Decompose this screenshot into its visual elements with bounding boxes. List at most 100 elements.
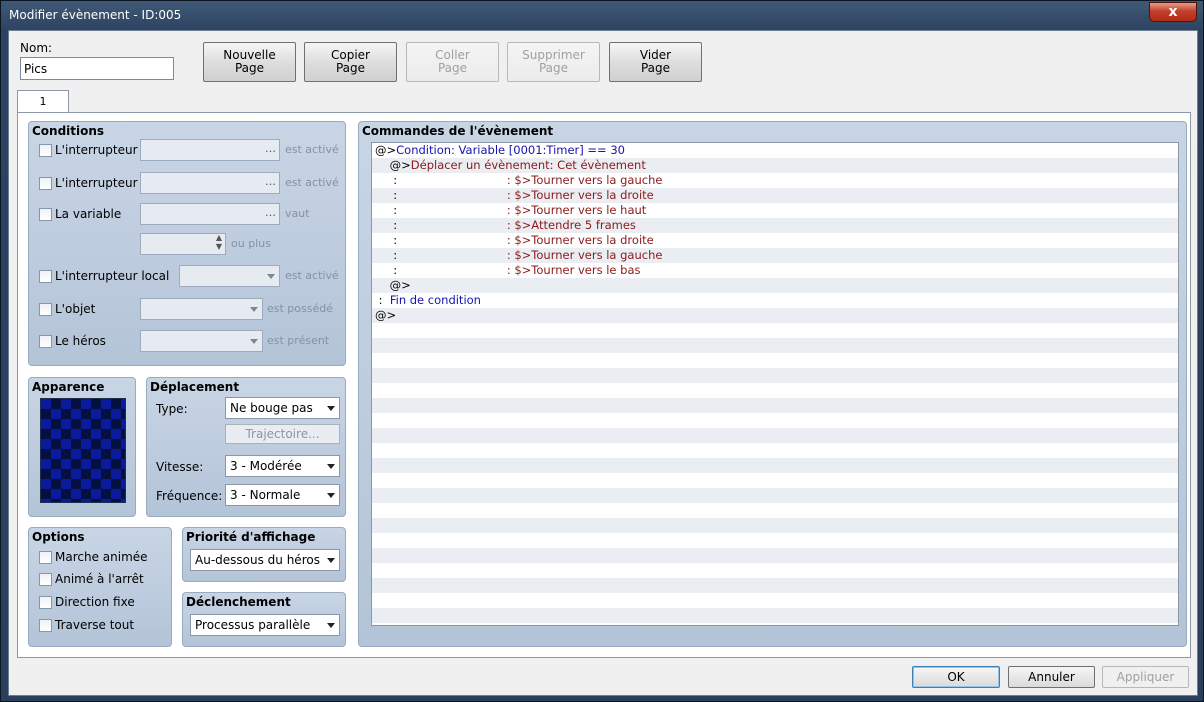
cancel-button[interactable]: Annuler [1008,666,1095,688]
command-row[interactable] [372,398,1178,413]
switch2-field[interactable]: … [140,172,280,194]
command-text: : $>Tourner vers le bas [506,263,641,277]
command-text: : $>Tourner vers la droite [506,188,654,202]
command-row[interactable]: @>Condition: Variable [0001:Timer] == 30 [372,143,1178,158]
commands-title: Commandes de l'évènement [362,124,554,138]
command-row[interactable] [372,383,1178,398]
move-type-dropdown[interactable]: Ne bouge pas [225,397,340,419]
item-label: L'objet [55,302,96,316]
command-row[interactable]: : : $>Tourner vers la droite [372,188,1178,203]
command-prefix: : [375,188,507,202]
variable-checkbox[interactable] [39,208,52,221]
dialog-body: Nom: NouvellePage CopierPage CollerPage … [8,30,1198,696]
name-input[interactable] [20,57,174,80]
actor-dropdown[interactable] [140,330,263,352]
variable-suffix2: ou plus [231,237,271,250]
switch2-checkbox[interactable] [39,177,52,190]
command-row[interactable]: : : $>Tourner vers le bas [372,263,1178,278]
command-prefix: : [375,293,390,307]
command-row[interactable]: : : $>Tourner vers la droite [372,233,1178,248]
step-anim-checkbox[interactable] [39,573,52,586]
command-row[interactable]: : : $>Tourner vers la gauche [372,248,1178,263]
variable-field[interactable]: … [140,203,280,225]
speed-label: Vitesse: [156,460,204,474]
tab-page-1[interactable]: 1 [17,90,69,113]
command-row[interactable] [372,473,1178,488]
actor-label: Le héros [55,334,106,348]
command-prefix: @> [375,278,411,292]
paste-page-button[interactable]: Coller Page [406,42,499,82]
actor-suffix: est présent [267,334,330,347]
command-row[interactable] [372,563,1178,578]
command-row[interactable] [372,368,1178,383]
command-row[interactable] [372,578,1178,593]
command-row[interactable] [372,548,1178,563]
commands-group: Commandes de l'évènement @>Condition: Va… [358,121,1187,647]
command-row[interactable] [372,323,1178,338]
options-group: Options Marche animée Animé à l'arrêt Di… [28,527,172,647]
ok-button[interactable]: OK [912,666,1000,688]
command-row[interactable] [372,503,1178,518]
item-dropdown[interactable] [140,298,263,320]
trigger-dropdown[interactable]: Processus parallèle [190,614,340,636]
apply-button[interactable]: Appliquer [1102,666,1189,688]
command-row[interactable]: : Fin de condition [372,293,1178,308]
command-text: : $>Tourner vers la gauche [506,173,663,187]
move-type-label: Type: [156,402,188,416]
delete-page-button[interactable]: Supprimer Page [507,42,600,82]
command-row[interactable] [372,443,1178,458]
self-switch-checkbox[interactable] [39,270,52,283]
chevron-down-icon [327,623,335,628]
command-row[interactable] [372,353,1178,368]
through-checkbox[interactable] [39,619,52,632]
switch1-checkbox[interactable] [39,144,52,157]
command-text: : $>Tourner vers le haut [506,203,647,217]
command-row[interactable] [372,533,1178,548]
event-editor-window: Modifier évènement - ID:005 x Nom: Nouve… [0,0,1204,702]
options-title: Options [32,530,85,544]
title-bar[interactable]: Modifier évènement - ID:005 x [1,1,1203,31]
command-row[interactable] [372,413,1178,428]
command-list[interactable]: @>Condition: Variable [0001:Timer] == 30… [371,142,1179,626]
command-row[interactable] [372,518,1178,533]
new-page-button[interactable]: Nouvelle Page [203,42,296,82]
conditions-group: Conditions L'interrupteur … est activé L… [28,121,346,366]
priority-dropdown[interactable]: Au-dessous du héros [190,549,340,571]
event-graphic[interactable] [40,398,126,503]
command-row[interactable] [372,488,1178,503]
frequency-dropdown[interactable]: 3 - Normale [225,484,340,506]
command-row[interactable] [372,428,1178,443]
chevron-down-icon [327,558,335,563]
item-checkbox[interactable] [39,303,52,316]
command-row[interactable]: @> [372,278,1178,293]
command-row[interactable]: : : $>Attendre 5 frames [372,218,1178,233]
command-row[interactable] [372,608,1178,623]
command-row[interactable] [372,338,1178,353]
clear-page-button[interactable]: Vider Page [609,42,702,82]
command-prefix: : [375,203,507,217]
variable-label: La variable [55,207,122,221]
actor-checkbox[interactable] [39,335,52,348]
item-suffix: est possédé [267,302,333,315]
speed-dropdown[interactable]: 3 - Modérée [225,455,340,477]
self-switch-dropdown[interactable] [179,265,280,287]
chevron-down-icon [327,406,335,411]
command-row[interactable]: @>Déplacer un évènement: Cet évènement [372,158,1178,173]
command-row[interactable]: @> [372,308,1178,323]
route-button[interactable]: Trajectoire... [225,424,340,444]
switch2-suffix: est activé [285,176,339,189]
command-row[interactable] [372,458,1178,473]
command-prefix: @> [375,143,397,157]
walk-anim-checkbox[interactable] [39,551,52,564]
switch1-field[interactable]: … [140,139,280,161]
stepper-arrows-icon: ▲ ▼ [215,233,222,251]
variable-value-stepper[interactable]: ▲ ▼ [140,233,226,255]
direction-fix-checkbox[interactable] [39,596,52,609]
appearance-title: Apparence [32,380,105,394]
close-button[interactable]: x [1149,2,1197,22]
command-text: : $>Tourner vers la droite [506,233,654,247]
copy-page-button[interactable]: Copier Page [304,42,397,82]
command-row[interactable]: : : $>Tourner vers la gauche [372,173,1178,188]
command-row[interactable]: : : $>Tourner vers le haut [372,203,1178,218]
command-row[interactable] [372,593,1178,608]
